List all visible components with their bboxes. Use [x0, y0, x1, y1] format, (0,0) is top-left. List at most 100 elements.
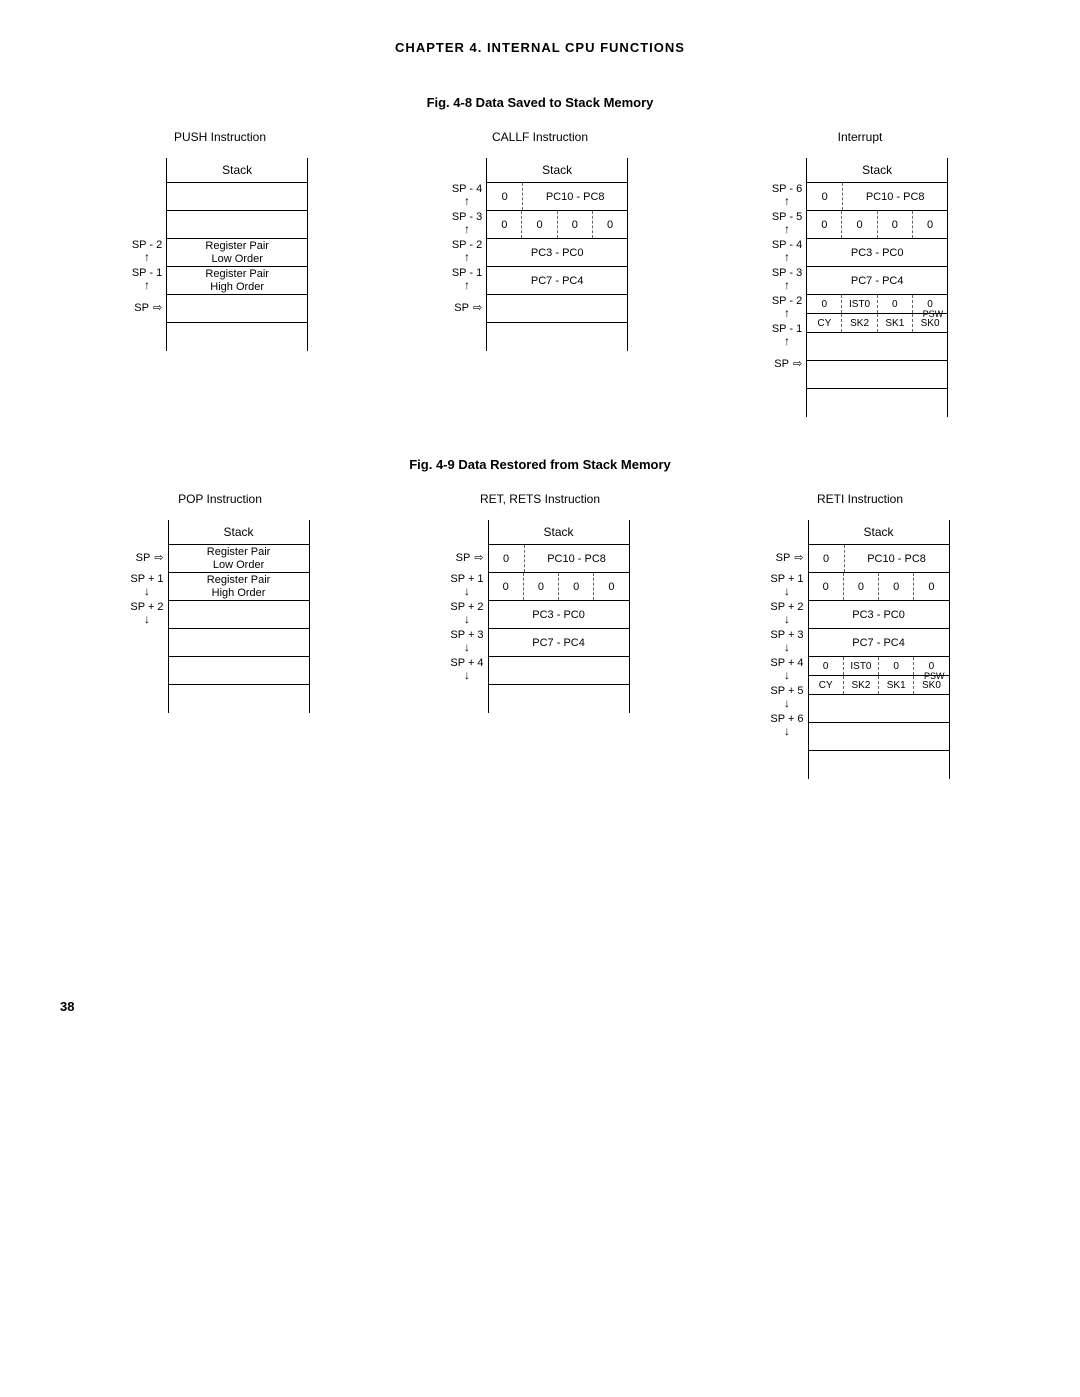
stack-cell: [809, 751, 949, 779]
stack-cell: Register PairHigh Order: [167, 267, 307, 295]
sp-label: SP + 3: [770, 628, 803, 656]
interrupt-title: Interrupt: [838, 130, 883, 144]
arrow-up-icon: [784, 223, 790, 236]
stack-cell: 0000: [809, 573, 949, 601]
sp-label: SP + 2: [770, 600, 803, 628]
arrow-down-icon: [784, 585, 790, 598]
arrow-down-icon: [784, 725, 790, 738]
sp-label: SP - 5: [772, 210, 802, 238]
stack-header: Stack: [487, 158, 627, 183]
stack-cell: [169, 657, 309, 685]
pop-figure: POP InstructionSPSP + 1SP + 2StackRegist…: [130, 492, 309, 713]
stack-cell: 0PC10 - PC8: [809, 545, 949, 573]
stack-cell: PC7 - PC4: [487, 267, 627, 295]
sp-label: SP - 1: [772, 322, 802, 350]
stack-cell: [807, 333, 947, 361]
sp-label: SP + 5: [770, 684, 803, 712]
sp-label: SP: [134, 294, 162, 322]
stack-header: Stack: [489, 520, 629, 545]
stack-cell: 0000: [489, 573, 629, 601]
stack-cell: [809, 695, 949, 723]
sp-label: SP: [454, 294, 482, 322]
stack-cell: [489, 657, 629, 685]
arrow-up-icon: [784, 279, 790, 292]
stack-cell: [489, 685, 629, 713]
ret-title: RET, RETS Instruction: [480, 492, 600, 506]
sp-label: SP + 6: [770, 712, 803, 740]
stack-cell: 0IST000CYSK2SK1SK0PSW: [809, 657, 949, 695]
stack-header: Stack: [809, 520, 949, 545]
stack-cell: PC7 - PC4: [807, 267, 947, 295]
arrow-up-icon: [464, 195, 470, 208]
stack-cell: 0PC10 - PC8: [807, 183, 947, 211]
stack-header: Stack: [167, 158, 307, 183]
stack-cell: 0000: [807, 211, 947, 239]
stack-cell: [167, 295, 307, 323]
sp-label: SP + 4: [450, 656, 483, 684]
arrow-down-icon: [144, 585, 150, 598]
arrow-up-icon: [464, 279, 470, 292]
sp-label: SP + 2: [130, 600, 163, 628]
page-header: CHAPTER 4. INTERNAL CPU FUNCTIONS: [60, 40, 1020, 55]
arrow-up-icon: [784, 195, 790, 208]
figure-4-9-title: Fig. 4-9 Data Restored from Stack Memory: [60, 457, 1020, 472]
arrow-down-icon: [784, 641, 790, 654]
pop-title: POP Instruction: [178, 492, 262, 506]
sp-label: SP + 1: [130, 572, 163, 600]
sp-label: SP + 4: [770, 656, 803, 684]
stack-cell: Register PairHigh Order: [169, 573, 309, 601]
stack-cell: PC3 - PC0: [487, 239, 627, 267]
sp-label: SP - 6: [772, 182, 802, 210]
callf-figure: CALLF InstructionSP - 4SP - 3SP - 2SP - …: [452, 130, 628, 351]
arrow-right-icon: [471, 303, 482, 314]
push-figure: PUSH Instruction SP - 2SP - 1SP Stack Regis…: [132, 130, 308, 351]
figure-4-9-row: POP InstructionSPSP + 1SP + 2StackRegist…: [60, 492, 1020, 779]
stack-cell: PC7 - PC4: [489, 629, 629, 657]
stack-cell: [169, 685, 309, 713]
stack-cell: [169, 629, 309, 657]
arrow-up-icon: [784, 307, 790, 320]
interrupt-figure: InterruptSP - 6SP - 5SP - 4SP - 3SP - 2S…: [772, 130, 948, 417]
arrow-down-icon: [144, 613, 150, 626]
arrow-down-icon: [464, 585, 470, 598]
stack-cell: [167, 183, 307, 211]
arrow-down-icon: [784, 669, 790, 682]
callf-title: CALLF Instruction: [492, 130, 588, 144]
sp-label: SP - 2: [132, 238, 162, 266]
stack-header: Stack: [807, 158, 947, 183]
ret-figure: RET, RETS InstructionSPSP + 1SP + 2SP + …: [450, 492, 629, 713]
reti-figure: RETI InstructionSPSP + 1SP + 2SP + 3SP +…: [770, 492, 949, 779]
arrow-up-icon: [784, 251, 790, 264]
sp-label: SP + 3: [450, 628, 483, 656]
stack-cell: [169, 601, 309, 629]
sp-label: SP - 1: [132, 266, 162, 294]
stack-cell: PC3 - PC0: [809, 601, 949, 629]
page-number: 38: [60, 999, 1020, 1014]
stack-cell: [809, 723, 949, 751]
stack-cell: [487, 323, 627, 351]
stack-cell: [167, 211, 307, 239]
arrow-right-icon: [152, 553, 163, 564]
arrow-down-icon: [464, 669, 470, 682]
arrow-right-icon: [791, 359, 802, 370]
arrow-down-icon: [464, 641, 470, 654]
stack-cell: [167, 323, 307, 351]
arrow-up-icon: [144, 251, 150, 264]
sp-label: SP - 1: [452, 266, 482, 294]
arrow-up-icon: [464, 251, 470, 264]
arrow-up-icon: [464, 223, 470, 236]
stack-cell: PC3 - PC0: [489, 601, 629, 629]
stack-cell: [487, 295, 627, 323]
stack-cell: [807, 389, 947, 417]
sp-label: SP - 2: [772, 294, 802, 322]
stack-cell: Register PairLow Order: [167, 239, 307, 267]
stack-cell: PC7 - PC4: [809, 629, 949, 657]
stack-cell: 0PC10 - PC8: [489, 545, 629, 573]
push-title: PUSH Instruction: [174, 130, 266, 144]
sp-label: SP: [774, 350, 802, 378]
sp-label: SP - 3: [452, 210, 482, 238]
stack-cell: 0000: [487, 211, 627, 239]
sp-label: SP: [456, 544, 484, 572]
reti-title: RETI Instruction: [817, 492, 903, 506]
stack-cell: Register PairLow Order: [169, 545, 309, 573]
